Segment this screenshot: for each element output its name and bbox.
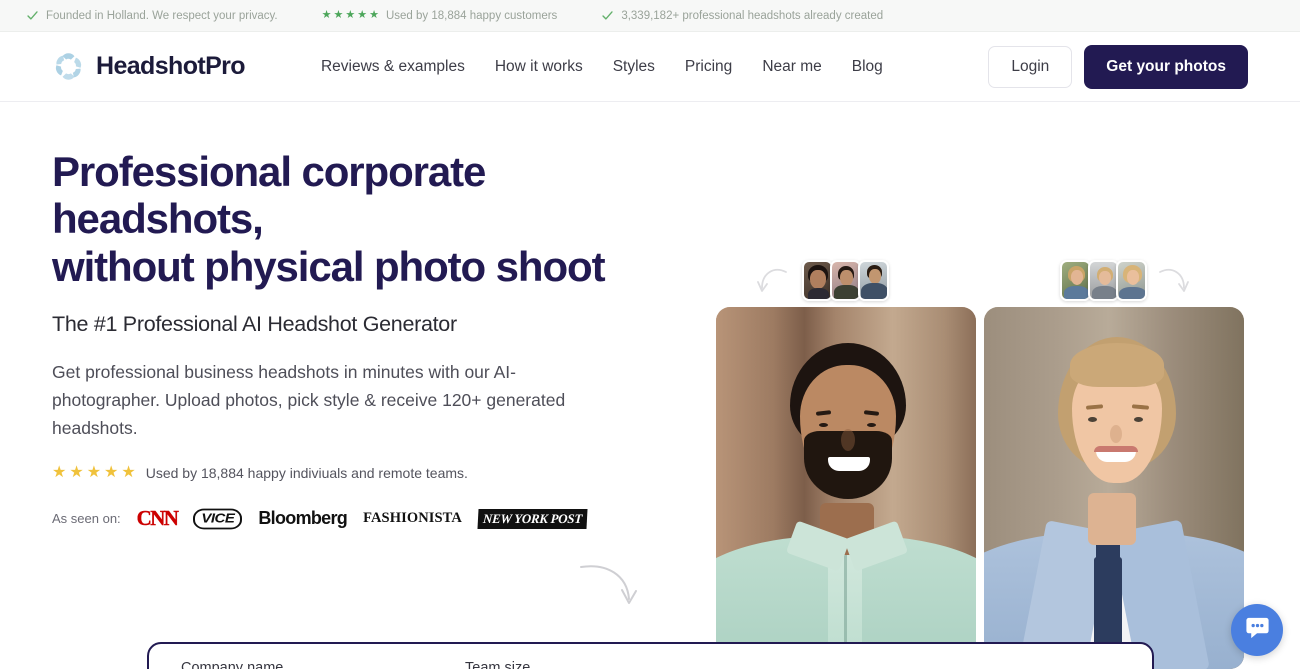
- hero-description: Get professional business headshots in m…: [52, 359, 620, 442]
- check-icon: [601, 9, 614, 22]
- source-photo-thumbnail: [1088, 260, 1119, 301]
- site-header: HeadshotPro Reviews & examples How it wo…: [0, 32, 1300, 102]
- hero-headshot-female: [984, 307, 1244, 669]
- as-seen-on-label: As seen on:: [52, 511, 121, 526]
- source-photo-thumbnail: [858, 260, 889, 301]
- source-photo-strip-right: [1060, 260, 1147, 301]
- curved-arrow-icon: [575, 557, 645, 617]
- page-title: Professional corporate headshots, withou…: [52, 148, 672, 290]
- nav-item-near-me[interactable]: Near me: [762, 58, 821, 76]
- press-logo-fashionista: FASHIONISTA: [363, 510, 462, 527]
- check-icon: [26, 9, 39, 22]
- headshotpro-petal-logo-icon: [52, 50, 85, 83]
- announcement-text: Used by 18,884 happy customers: [386, 10, 557, 22]
- brand-logo-link[interactable]: HeadshotPro: [52, 50, 245, 83]
- source-photo-thumbnail: [802, 260, 833, 301]
- source-photo-thumbnail: [830, 260, 861, 301]
- get-your-photos-button[interactable]: Get your photos: [1084, 45, 1248, 89]
- source-photo-thumbnail: [1116, 260, 1147, 301]
- nav-item-blog[interactable]: Blog: [852, 58, 883, 76]
- announcement-text: 3,339,182+ professional headshots alread…: [621, 10, 883, 22]
- team-size-label: Team size: [465, 660, 725, 669]
- source-photo-strip-left: [802, 260, 889, 301]
- announcement-bar: Founded in Holland. We respect your priv…: [0, 0, 1300, 32]
- primary-navigation: Reviews & examples How it works Styles P…: [321, 58, 883, 76]
- hero-section: Professional corporate headshots, withou…: [0, 102, 1300, 669]
- stars-icon: ★★★★★: [322, 10, 379, 21]
- chat-widget-button[interactable]: [1231, 604, 1283, 656]
- curved-arrow-left-icon: [756, 264, 792, 300]
- company-name-field-group: Company name: [181, 660, 441, 669]
- press-logo-vice: VICE: [193, 508, 242, 529]
- team-signup-form: Company name Team size Create your team …: [147, 642, 1154, 669]
- source-photo-thumbnail: [1060, 260, 1091, 301]
- login-button[interactable]: Login: [988, 46, 1072, 88]
- rating-row: ★★★★★ Used by 18,884 happy indiviuals an…: [52, 465, 672, 481]
- press-logos-row: As seen on: CNN VICE Bloomberg FASHIONIS…: [52, 506, 672, 531]
- hero-copy: Professional corporate headshots, withou…: [52, 148, 672, 531]
- nav-item-reviews[interactable]: Reviews & examples: [321, 58, 465, 76]
- announcement-item-headshots: 3,339,182+ professional headshots alread…: [601, 9, 883, 22]
- star-rating-icon: ★★★★★: [52, 465, 136, 481]
- announcement-item-privacy: Founded in Holland. We respect your priv…: [26, 9, 278, 22]
- team-size-field-group: Team size: [465, 660, 725, 669]
- nav-item-pricing[interactable]: Pricing: [685, 58, 732, 76]
- nav-item-how-it-works[interactable]: How it works: [495, 58, 583, 76]
- brand-name: HeadshotPro: [96, 52, 245, 81]
- press-logo-new-york-post: NEW YORK POST: [477, 509, 587, 529]
- announcement-item-customers: ★★★★★ Used by 18,884 happy customers: [322, 10, 558, 22]
- company-name-label: Company name: [181, 660, 441, 669]
- nav-item-styles[interactable]: Styles: [613, 58, 655, 76]
- chat-bubble-icon: [1244, 614, 1271, 646]
- announcement-text: Founded in Holland. We respect your priv…: [46, 10, 278, 22]
- header-actions: Login Get your photos: [988, 45, 1248, 89]
- hero-headshot-male: [716, 307, 976, 669]
- curved-arrow-right-icon: [1154, 264, 1190, 300]
- rating-text: Used by 18,884 happy indiviuals and remo…: [146, 465, 468, 481]
- press-logo-bloomberg: Bloomberg: [258, 508, 347, 529]
- hero-media: [690, 102, 1300, 669]
- headline-line-1: Professional corporate headshots,: [52, 148, 485, 242]
- hero-subheading: The #1 Professional AI Headshot Generato…: [52, 312, 672, 337]
- press-logo-cnn: CNN: [137, 506, 178, 531]
- headline-line-2: without physical photo shoot: [52, 243, 604, 290]
